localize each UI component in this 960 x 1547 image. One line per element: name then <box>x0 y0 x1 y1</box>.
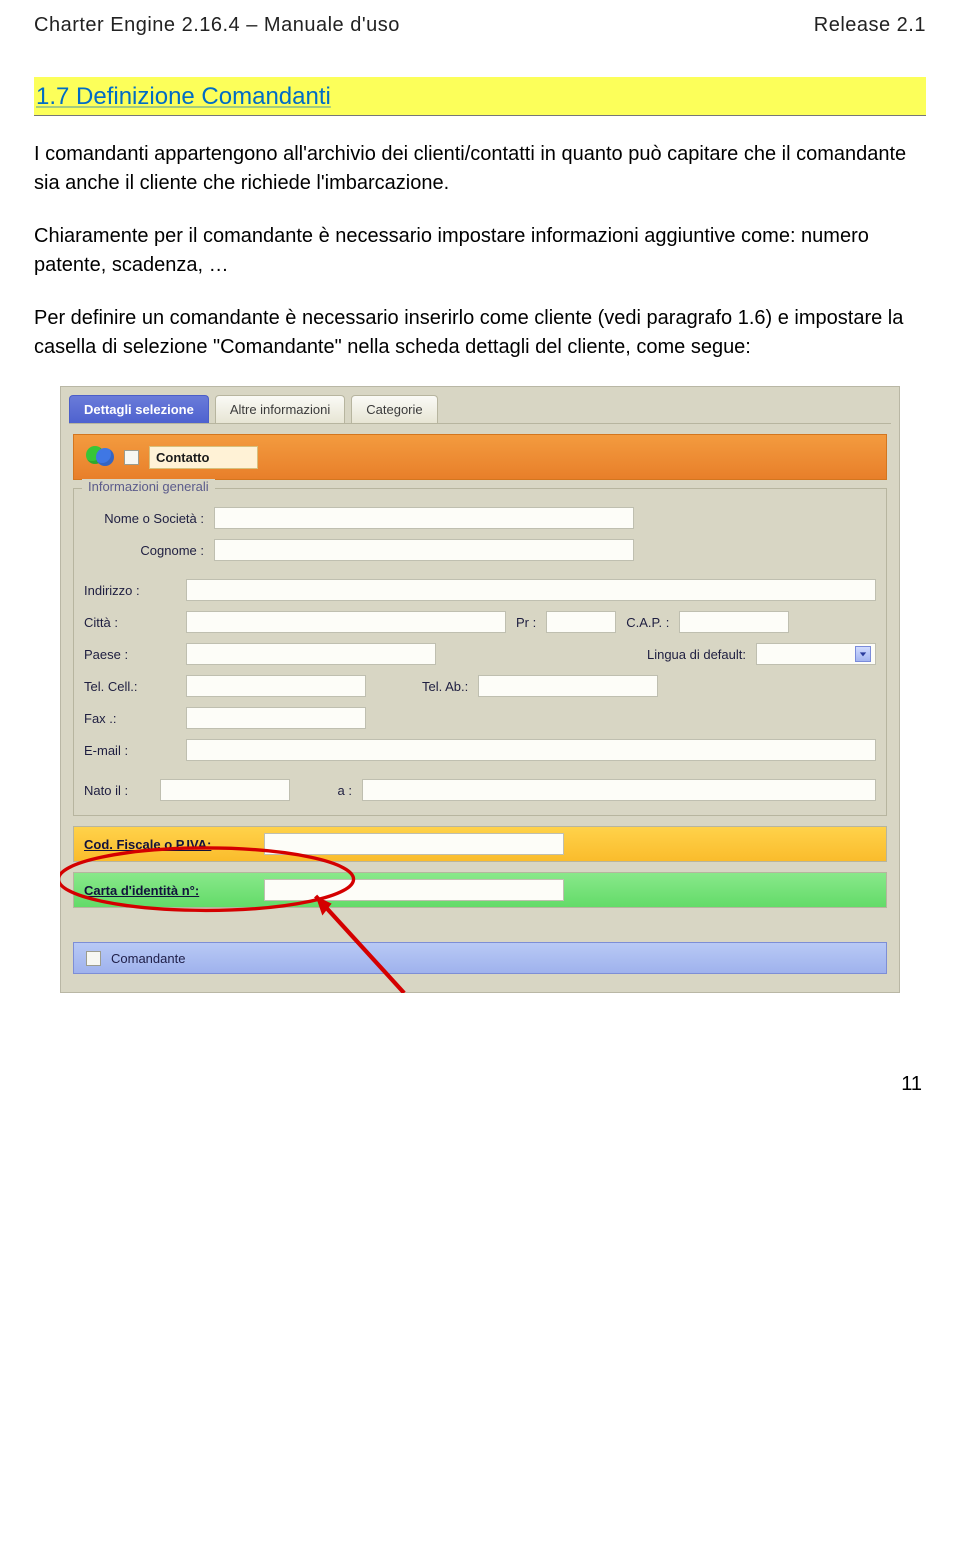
indirizzo-field[interactable] <box>186 579 876 601</box>
people-icon <box>86 446 114 468</box>
label-cognome: Cognome : <box>84 543 208 558</box>
tab-dettagli-selezione[interactable]: Dettagli selezione <box>69 395 209 423</box>
label-citta: Città : <box>84 615 180 630</box>
paragraph-1: I comandanti appartengono all'archivio d… <box>34 140 926 198</box>
fax-field[interactable] <box>186 707 366 729</box>
lingua-select[interactable] <box>756 643 876 665</box>
tab-altre-informazioni[interactable]: Altre informazioni <box>215 395 345 423</box>
label-a: a : <box>296 783 356 798</box>
label-cod-fiscale: Cod. Fiscale o P.IVA: <box>84 837 254 852</box>
comandante-checkbox[interactable] <box>86 951 101 966</box>
email-field[interactable] <box>186 739 876 761</box>
contatto-checkbox[interactable] <box>124 450 139 465</box>
doc-release: Release 2.1 <box>814 14 926 37</box>
label-lingua: Lingua di default: <box>643 647 750 662</box>
informazioni-generali-group: Informazioni generali Nome o Società : C… <box>73 488 887 816</box>
label-fax: Fax .: <box>84 711 180 726</box>
label-email: E-mail : <box>84 743 180 758</box>
label-paese: Paese : <box>84 647 180 662</box>
cap-field[interactable] <box>679 611 789 633</box>
label-cap: C.A.P. : <box>622 615 673 630</box>
label-nato: Nato il : <box>84 783 154 798</box>
chevron-down-icon <box>855 646 871 662</box>
paragraph-2: Chiaramente per il comandante è necessar… <box>34 222 926 280</box>
group-title: Informazioni generali <box>82 479 215 494</box>
comandante-label: Comandante <box>111 951 185 966</box>
nato-field[interactable] <box>160 779 290 801</box>
label-pr: Pr : <box>512 615 540 630</box>
doc-title: Charter Engine 2.16.4 – Manuale d'uso <box>34 14 400 37</box>
label-telab: Tel. Ab.: <box>418 679 472 694</box>
label-nome: Nome o Società : <box>84 511 208 526</box>
tab-categorie[interactable]: Categorie <box>351 395 437 423</box>
nato-a-field[interactable] <box>362 779 876 801</box>
pr-field[interactable] <box>546 611 616 633</box>
paese-field[interactable] <box>186 643 436 665</box>
nome-field[interactable] <box>214 507 634 529</box>
page-number: 11 <box>0 993 960 1120</box>
telab-field[interactable] <box>478 675 658 697</box>
contatto-label: Contatto <box>149 446 258 469</box>
carta-identita-field[interactable] <box>264 879 564 901</box>
carta-identita-row: Carta d'identità n°: <box>73 872 887 908</box>
label-indirizzo: Indirizzo : <box>84 583 180 598</box>
section-heading: 1.7 Definizione Comandanti <box>34 77 926 116</box>
paragraph-3: Per definire un comandante è necessario … <box>34 304 926 362</box>
cod-fiscale-row: Cod. Fiscale o P.IVA: <box>73 826 887 862</box>
cognome-field[interactable] <box>214 539 634 561</box>
cell-field[interactable] <box>186 675 366 697</box>
contatto-header: Contatto <box>73 434 887 480</box>
citta-field[interactable] <box>186 611 506 633</box>
label-carta-identita: Carta d'identità n°: <box>84 883 254 898</box>
label-cell: Tel. Cell.: <box>84 679 180 694</box>
client-detail-panel: Dettagli selezione Altre informazioni Ca… <box>60 386 900 993</box>
cod-fiscale-field[interactable] <box>264 833 564 855</box>
comandante-row: Comandante <box>73 942 887 974</box>
